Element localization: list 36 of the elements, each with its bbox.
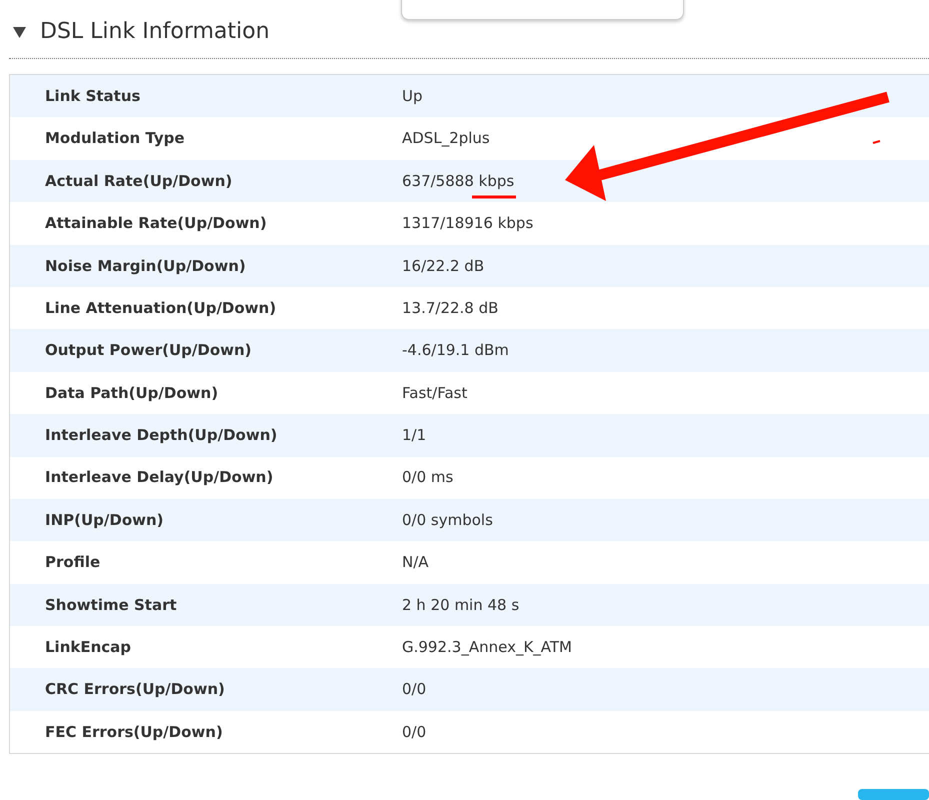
collapse-triangle-icon[interactable] <box>13 26 26 38</box>
field-value: 13.7/22.8 dB <box>402 298 498 319</box>
field-label: Modulation Type <box>44 128 186 150</box>
field-value: 1317/18916 kbps <box>402 213 534 234</box>
field-value: Up <box>402 86 423 107</box>
field-value: ADSL_2plus <box>402 128 490 150</box>
field-label: FEC Errors(Up/Down) <box>44 722 224 743</box>
field-label: Noise Margin(Up/Down) <box>44 256 247 276</box>
field-value: Fast/Fast <box>402 382 468 404</box>
field-label: Interleave Depth(Up/Down) <box>44 425 278 446</box>
field-value: N/A <box>402 552 429 574</box>
field-label: Output Power(Up/Down) <box>44 340 253 362</box>
field-value: 16/22.2 dB <box>402 256 484 276</box>
field-label: Link Status <box>44 86 142 107</box>
annotation-underline <box>472 196 516 198</box>
section-title: DSL Link Information <box>40 18 270 46</box>
field-label: Showtime Start <box>44 594 178 616</box>
field-value: 2 h 20 min 48 s <box>402 594 520 616</box>
annotation-mark <box>872 140 880 144</box>
field-value: -4.6/19.1 dBm <box>402 340 509 362</box>
field-label: Actual Rate(Up/Down) <box>44 170 234 192</box>
field-label: Attainable Rate(Up/Down) <box>44 213 268 234</box>
field-label: Line Attenuation(Up/Down) <box>44 298 278 319</box>
field-label: Data Path(Up/Down) <box>44 382 220 404</box>
field-label: Interleave Delay(Up/Down) <box>44 467 274 488</box>
field-value: 0/0 <box>402 679 426 700</box>
field-value: 637/5888 kbps <box>402 170 514 192</box>
field-value: G.992.3_Annex_K_ATM <box>402 637 572 658</box>
field-value: 0/0 <box>402 722 426 743</box>
field-value: 1/1 <box>402 425 426 446</box>
field-value: 0/0 symbols <box>402 510 493 531</box>
field-label: INP(Up/Down) <box>44 510 165 531</box>
field-label: CRC Errors(Up/Down) <box>44 679 226 700</box>
field-value: 0/0 ms <box>402 467 454 488</box>
field-label: Profile <box>44 552 102 574</box>
field-label: LinkEncap <box>44 637 132 658</box>
